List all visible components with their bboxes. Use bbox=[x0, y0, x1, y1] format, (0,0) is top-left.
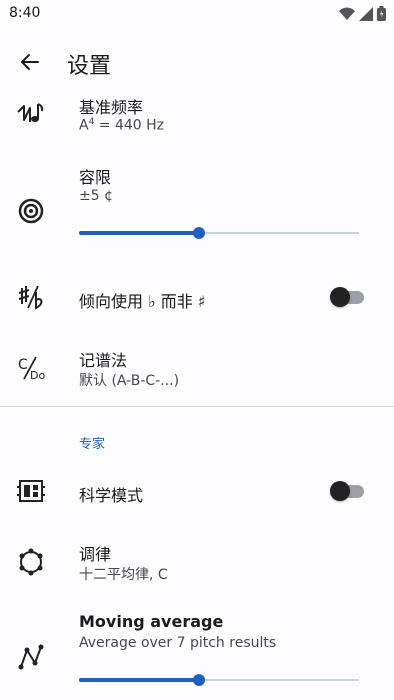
setting-tolerance[interactable]: 容限 ±5 ¢ bbox=[0, 162, 394, 252]
setting-prefer-flat[interactable]: 倾向使用 ♭ 而非 ♯ bbox=[0, 280, 394, 316]
circle-of-dots-icon bbox=[16, 547, 46, 577]
sharp-flat-icon bbox=[16, 282, 46, 312]
status-icons bbox=[339, 6, 386, 21]
slider-fill bbox=[79, 231, 200, 235]
setting-title: 容限 bbox=[79, 168, 112, 187]
wifi-icon bbox=[339, 7, 355, 20]
line-chart-icon bbox=[16, 642, 46, 672]
battery-icon bbox=[377, 6, 386, 21]
page-title: 设置 bbox=[67, 54, 112, 79]
arrow-back-icon bbox=[21, 54, 39, 70]
tuning-fork-note-icon bbox=[16, 98, 46, 128]
setting-moving-average[interactable]: Moving average Average over 7 pitch resu… bbox=[0, 610, 394, 690]
setting-value: ±5 ¢ bbox=[79, 188, 113, 204]
setting-notation[interactable]: C Do 记谱法 默认 (A-B-C-...) bbox=[0, 345, 394, 395]
setting-title: Moving average bbox=[79, 612, 224, 631]
svg-text:Do: Do bbox=[30, 369, 45, 382]
setting-title: 基准频率 bbox=[79, 98, 144, 117]
slider-fill bbox=[79, 678, 200, 682]
setting-title: 调律 bbox=[79, 545, 112, 564]
setting-temperament[interactable]: 调律 十二平均律, C bbox=[0, 539, 394, 589]
scientific-mode-toggle[interactable] bbox=[330, 481, 364, 501]
svg-text:C: C bbox=[18, 357, 28, 373]
setting-value: Average over 7 pitch results bbox=[79, 635, 277, 651]
toggle-knob bbox=[330, 481, 350, 501]
dashboard-icon bbox=[16, 476, 46, 506]
setting-scientific-mode[interactable]: 科学模式 bbox=[0, 474, 394, 510]
setting-value: A4 = 440 Hz bbox=[79, 117, 164, 134]
value-prefix: A bbox=[79, 117, 89, 134]
back-button[interactable] bbox=[16, 48, 44, 76]
setting-title: 倾向使用 ♭ 而非 ♯ bbox=[79, 292, 206, 311]
status-time: 8:40 bbox=[9, 5, 41, 21]
tolerance-slider[interactable] bbox=[79, 223, 359, 243]
status-bar: 8:40 bbox=[0, 0, 394, 26]
slider-thumb[interactable] bbox=[193, 227, 206, 239]
slider-thumb[interactable] bbox=[193, 674, 206, 686]
prefer-flat-toggle[interactable] bbox=[330, 287, 364, 307]
setting-title: 记谱法 bbox=[79, 351, 128, 370]
target-icon bbox=[16, 196, 46, 226]
moving-average-slider[interactable] bbox=[79, 670, 359, 690]
setting-reference-frequency[interactable]: 基准频率 A4 = 440 Hz bbox=[0, 92, 394, 142]
notation-icon: C Do bbox=[16, 353, 46, 383]
setting-value: 十二平均律, C bbox=[79, 567, 168, 583]
section-header-expert: 专家 bbox=[79, 437, 106, 452]
toggle-knob bbox=[330, 287, 350, 307]
setting-title: 科学模式 bbox=[79, 486, 144, 505]
signal-icon bbox=[359, 6, 373, 21]
value-suffix: = 440 Hz bbox=[94, 117, 164, 134]
setting-value: 默认 (A-B-C-...) bbox=[79, 373, 180, 389]
divider bbox=[0, 406, 394, 407]
app-bar: 设置 bbox=[0, 40, 394, 84]
